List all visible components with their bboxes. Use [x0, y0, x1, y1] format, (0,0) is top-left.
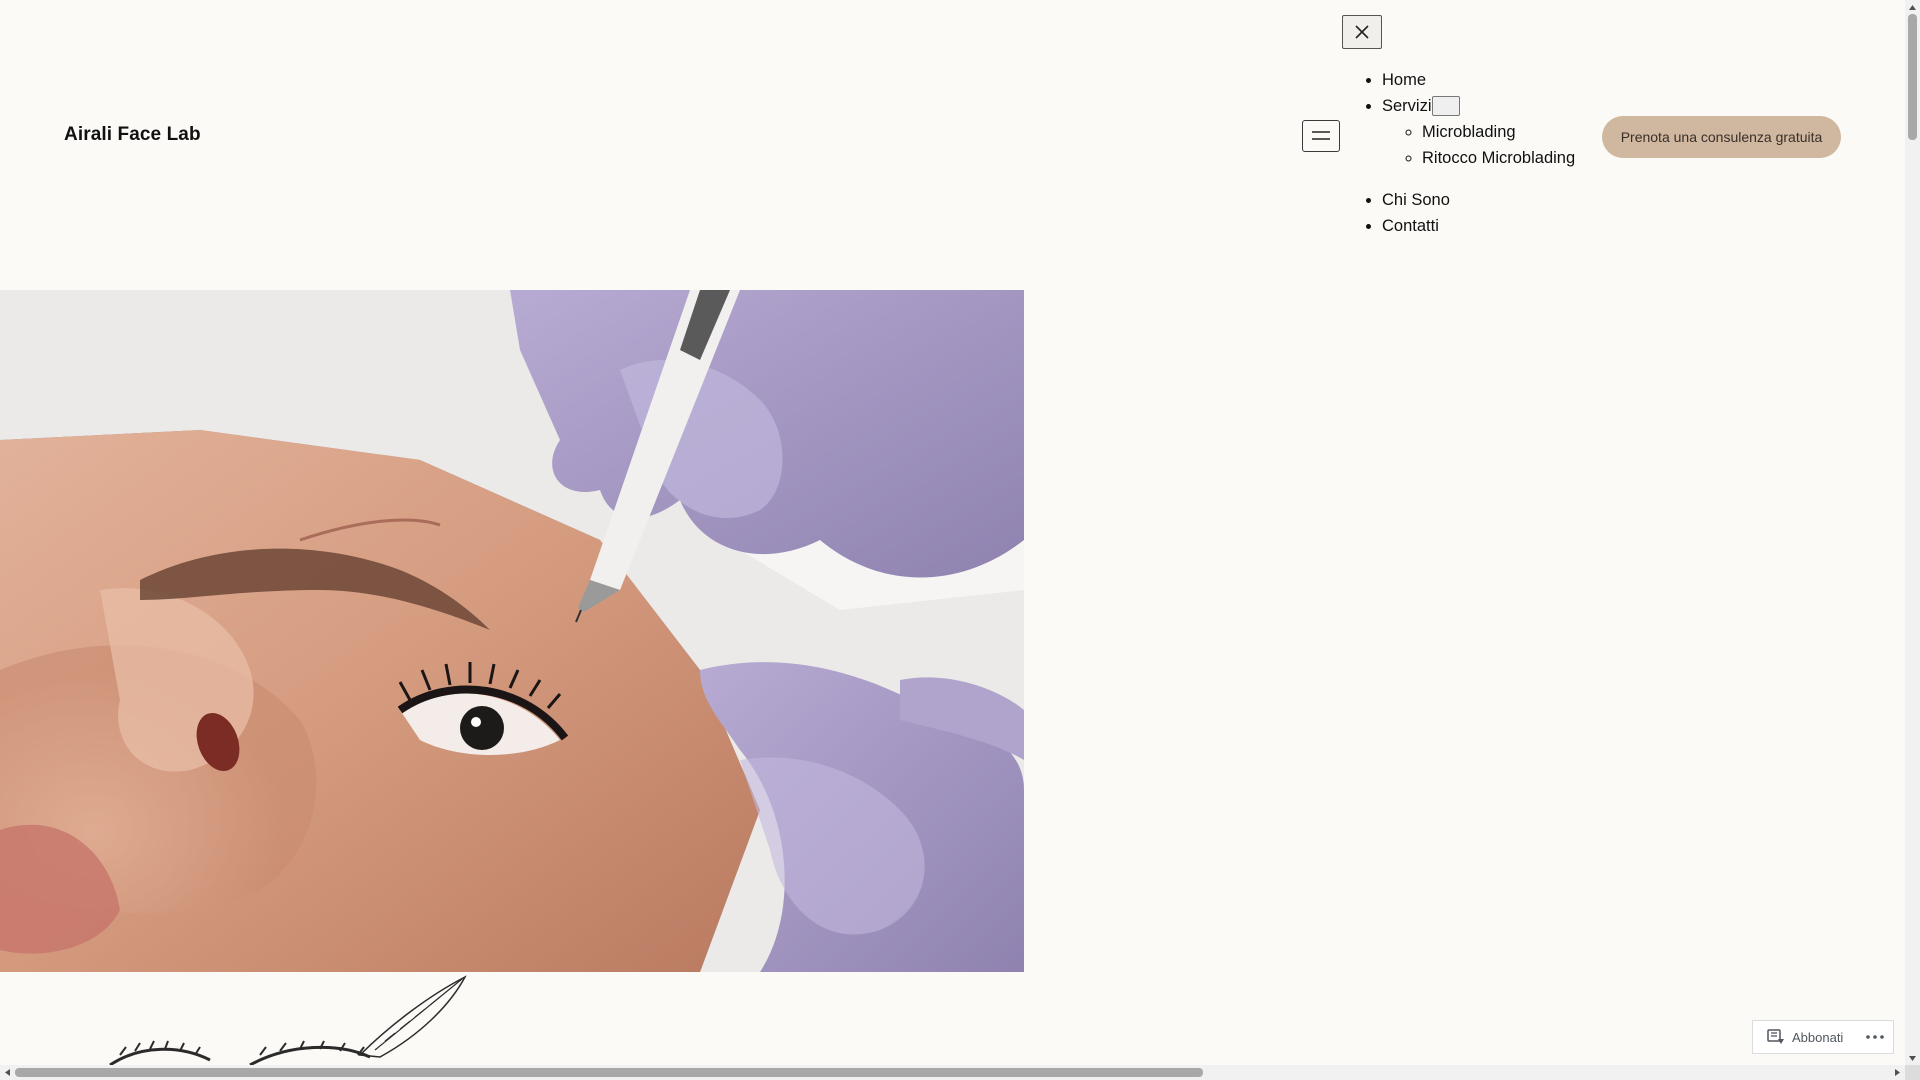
scroll-right-arrow-icon[interactable] [1890, 1065, 1905, 1080]
nav-item-servizi: Servizi Microblading Ritocco Microbladin… [1382, 93, 1575, 187]
ellipsis-icon [1866, 1035, 1884, 1039]
nav-item-home: Home [1382, 67, 1575, 93]
menu-toggle-button[interactable] [1302, 120, 1340, 152]
nav-link-chi-sono[interactable]: Chi Sono [1382, 191, 1450, 209]
subscribe-widget: Abbonati [1752, 1020, 1894, 1054]
nav-link-ritocco-microblading[interactable]: Ritocco Microblading [1422, 149, 1575, 167]
subscribe-button[interactable]: Abbonati [1753, 1029, 1857, 1045]
submenu-toggle-button[interactable] [1431, 95, 1460, 116]
servizi-submenu: Microblading Ritocco Microblading [1382, 119, 1575, 187]
subscribe-label: Abbonati [1792, 1029, 1844, 1045]
horizontal-scroll-thumb[interactable] [15, 1068, 1203, 1077]
nav-link-contatti[interactable]: Contatti [1382, 217, 1439, 235]
nav-item-chi-sono: Chi Sono [1382, 187, 1575, 213]
scrollbar-corner [1905, 1065, 1920, 1080]
scroll-left-arrow-icon[interactable] [0, 1065, 15, 1080]
scroll-down-arrow-icon[interactable] [1905, 1051, 1920, 1065]
book-consultation-button[interactable]: Prenota una consulenza gratuita [1602, 116, 1841, 158]
nav-item-contatti: Contatti [1382, 213, 1575, 239]
menu-close-button[interactable] [1342, 15, 1382, 49]
reader-icon [1767, 1029, 1784, 1044]
vertical-scroll-thumb[interactable] [1908, 14, 1917, 140]
nav-link-home[interactable]: Home [1382, 71, 1426, 89]
site-title[interactable]: Airali Face Lab [64, 124, 201, 146]
hero-image [0, 290, 1024, 972]
eyebrow-logo-illustration [109, 975, 467, 1065]
microblading-photo [0, 290, 1024, 972]
nav-link-servizi[interactable]: Servizi [1382, 97, 1432, 115]
nav-item-ritocco-microblading: Ritocco Microblading [1422, 145, 1575, 171]
nav-link-microblading[interactable]: Microblading [1422, 123, 1516, 141]
close-icon [1355, 25, 1369, 39]
horizontal-scrollbar[interactable] [0, 1065, 1905, 1080]
scroll-up-arrow-icon[interactable] [1905, 0, 1920, 14]
page-viewport: Airali Face Lab Home Servizi Microbladin… [0, 0, 1905, 1065]
nav-item-microblading: Microblading [1422, 119, 1575, 145]
hamburger-icon [1312, 131, 1330, 140]
more-options-button[interactable] [1857, 1035, 1893, 1039]
main-navigation: Home Servizi Microblading Ritocco Microb… [1360, 67, 1575, 239]
vertical-scrollbar[interactable] [1905, 0, 1920, 1065]
